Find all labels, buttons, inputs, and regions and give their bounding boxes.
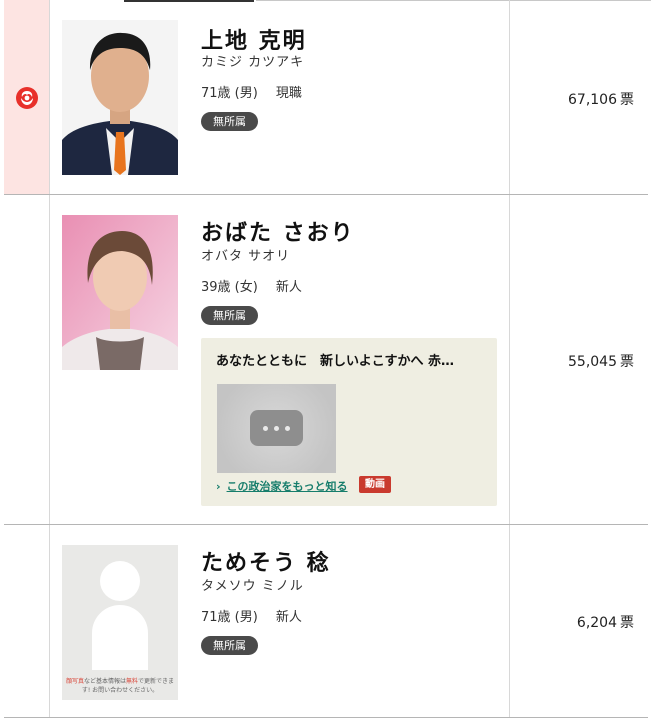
votes-column [509,0,648,194]
candidate-kana: オバタ サオリ [201,249,291,264]
candidate-photo [62,215,178,370]
avatar-head-icon [100,561,140,601]
update-info-note[interactable]: 顔写真など基本情報は無料で更新できます! お問い合わせください。 [64,677,176,695]
promo-card: あなたとともに 新しいよこすかへ 赤… › この政治家をもっと知る 動画 [201,338,497,506]
age-gender: 71歳 (男) [201,86,258,101]
party-badge: 無所属 [201,112,258,131]
elected-marker-cell [4,195,50,524]
candidate-row: 顔写真など基本情報は無料で更新できます! お問い合わせください。 ためそう 稔 … [4,525,648,718]
candidate-name[interactable]: ためそう 稔 [201,545,331,577]
promo-title[interactable]: あなたとともに 新しいよこすかへ 赤… [216,350,486,369]
elected-marker-cell [4,525,50,717]
video-play-icon[interactable] [250,410,303,446]
chevron-right-icon: › [216,480,221,493]
candidate-meta: 71歳 (男) 現職 [201,82,302,101]
party-badge: 無所属 [201,636,258,655]
no-photo-placeholder: 顔写真など基本情報は無料で更新できます! お問い合わせください。 [62,545,178,700]
elected-marker-cell [4,0,50,194]
incumbency-status: 新人 [275,280,302,295]
candidate-row: おばた さおり オバタ サオリ 39歳 (女) 新人 無所属 あなたとともに 新し… [4,195,648,525]
candidate-kana: カミジ カツアキ [201,55,305,70]
incumbency-status: 現職 [275,86,302,101]
more-link-label: この政治家をもっと知る [226,480,348,493]
votes-column [509,525,648,717]
video-badge: 動画 [359,476,391,493]
party-badge: 無所属 [201,306,258,325]
rose-icon [16,87,38,109]
candidate-row: 上地 克明 カミジ カツアキ 71歳 (男) 現職 無所属 67,106 票 [4,0,648,195]
incumbency-status: 新人 [275,610,302,625]
candidate-meta: 71歳 (男) 新人 [201,606,302,625]
votes-column [509,195,648,524]
age-gender: 39歳 (女) [201,280,258,295]
candidate-kana: タメソウ ミノル [201,579,304,594]
age-gender: 71歳 (男) [201,610,258,625]
video-thumbnail[interactable] [217,384,336,473]
more-about-politician-link[interactable]: › この政治家をもっと知る [216,478,348,494]
candidate-photo [62,20,178,175]
candidate-meta: 39歳 (女) 新人 [201,276,302,295]
candidate-name[interactable]: おばた さおり [201,215,355,247]
avatar-body-icon [92,605,148,670]
